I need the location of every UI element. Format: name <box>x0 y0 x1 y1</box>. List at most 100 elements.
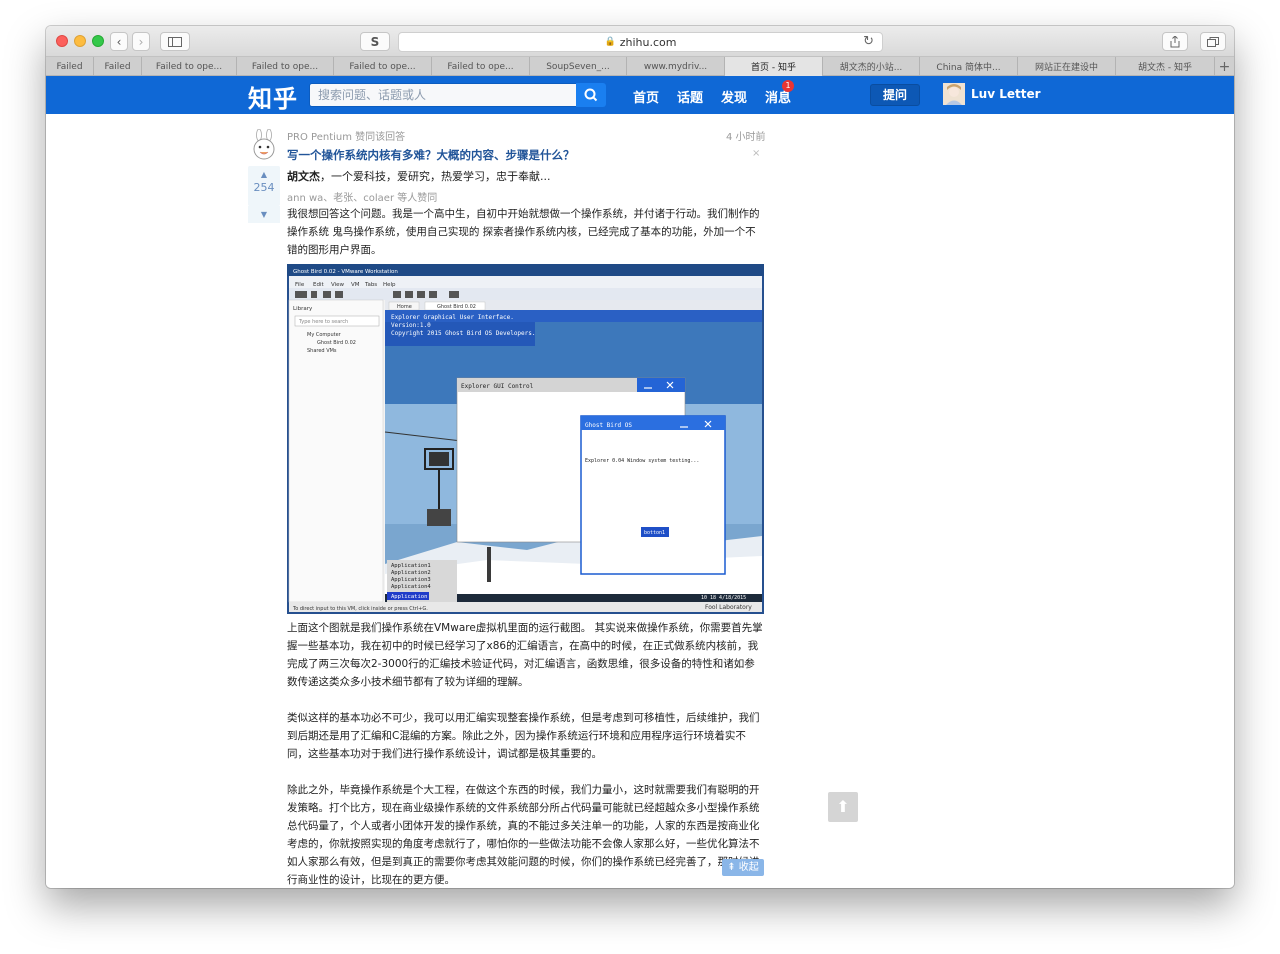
search-input[interactable]: 搜索问题、话题或人 <box>309 83 577 107</box>
sidebar-icon <box>168 36 182 47</box>
browser-tab[interactable]: 网站正在建设中 <box>1017 57 1115 76</box>
gui-window-title: Ghost Bird OS <box>585 422 632 429</box>
console-line: Version:1.0 <box>391 322 431 329</box>
plus-icon: + <box>1218 58 1231 75</box>
zoom-window-button[interactable] <box>92 35 104 47</box>
author-info: 胡文杰，一个爱科技，爱研究，热爱学习，忠于奉献... <box>287 168 551 184</box>
arrow-up-icon: ⬆ <box>836 797 850 816</box>
avatar[interactable] <box>943 83 965 105</box>
tab-label: China 简体中... <box>936 63 1001 73</box>
nav-home[interactable]: 首页 <box>633 87 659 106</box>
library-search: Type here to search <box>298 319 348 325</box>
tab-label: Failed to ope... <box>349 61 416 72</box>
app-list-item: Application2 <box>391 570 431 576</box>
answer-paragraph: 类似这样的基本功必不可少，我可以用汇编实现整套操作系统，但是考虑到可移植性，后续… <box>287 712 760 760</box>
back-button[interactable]: ‹ <box>110 32 128 51</box>
extension-icon: S <box>370 34 380 49</box>
voters-list[interactable]: ann wa、老张、colaer 等人赞同 <box>287 189 437 204</box>
activity-source: PRO Pentium 赞同该回答 <box>287 132 406 143</box>
vm-tab: Home <box>397 304 412 310</box>
address-bar[interactable]: 🔒 zhihu.com ↻ <box>398 32 883 52</box>
share-button[interactable] <box>1162 32 1188 51</box>
tab-label: 首页 - 知乎 <box>751 63 796 73</box>
collapse-label: 收起 <box>738 862 759 873</box>
triangle-down-icon: ▼ <box>260 210 268 219</box>
nav-topics[interactable]: 话题 <box>677 87 703 106</box>
sidebar-toggle-button[interactable] <box>160 32 190 51</box>
app-list-item: Application <box>391 594 427 600</box>
author-name[interactable]: 胡文杰 <box>287 170 320 183</box>
minimize-window-button[interactable] <box>74 35 86 47</box>
answer-screenshot[interactable]: Explorer Graphical User Interface. Versi… <box>287 264 764 614</box>
browser-tab[interactable]: Failed to ope... <box>141 57 236 76</box>
vm-menu-help: Help <box>383 282 396 288</box>
vm-menu-vm: VM <box>351 282 360 288</box>
tab-label: 网站正在建设中 <box>1034 63 1098 73</box>
browser-toolbar: ‹ › S 🔒 zhihu.com ↻ <box>46 26 1234 57</box>
search-button[interactable] <box>576 83 606 107</box>
tabs-overview-button[interactable] <box>1200 32 1226 51</box>
share-icon <box>1170 35 1180 47</box>
console-line: Copyright 2015 Ghost Bird OS Developers. <box>391 330 536 337</box>
browser-tab-active[interactable]: 首页 - 知乎 <box>724 57 822 76</box>
tab-label: Failed to ope... <box>251 61 319 72</box>
timestamp: 4 小时前 <box>726 132 766 143</box>
watermark: Fool Laboratory <box>705 604 752 611</box>
vm-menu-view: View <box>331 282 345 288</box>
triangle-up-icon: ▲ <box>260 170 268 179</box>
gui-window-title: Explorer GUI Control <box>461 383 534 390</box>
gui-button: botton1 <box>644 530 665 536</box>
library-item: Shared VMs <box>307 348 337 354</box>
browser-tab[interactable]: Failed <box>46 57 93 76</box>
vote-count: 254 <box>253 181 275 194</box>
message-badge: 1 <box>782 80 794 92</box>
browser-tab[interactable]: Failed <box>93 57 141 76</box>
upvote-button[interactable]: ▲ 254 <box>248 166 280 206</box>
collapse-button[interactable]: ⇞ 收起 <box>722 859 764 876</box>
tab-label: Failed <box>56 61 83 72</box>
nav-explore[interactable]: 发现 <box>721 87 747 106</box>
reload-icon[interactable]: ↻ <box>863 34 874 49</box>
question-title[interactable]: 写一个操作系统内核有多难？大概的内容、步骤是什么？ <box>287 147 575 163</box>
vm-menu-tabs: Tabs <box>364 282 377 288</box>
app-list-item: Application4 <box>391 584 431 590</box>
close-icon[interactable]: × <box>752 148 760 159</box>
vm-menu-edit: Edit <box>313 282 324 288</box>
tab-label: www.mydriv... <box>643 61 708 72</box>
vm-status-bar: To direct input to this VM, click inside… <box>292 606 428 612</box>
tab-bar: Failed Failed Failed to ope... Failed to… <box>46 57 1234 76</box>
console-line: Explorer Graphical User Interface. <box>391 314 514 321</box>
answer-paragraph: 我很想回答这个问题。我是一个高中生，自初中开始就想做一个操作系统，并付诸于行动。… <box>287 208 760 256</box>
forward-button[interactable]: › <box>132 32 150 51</box>
tab-label: Failed <box>104 61 131 72</box>
browser-tab[interactable]: 胡文杰的小站... <box>822 57 919 76</box>
username[interactable]: Luv Letter <box>971 87 1041 101</box>
back-to-top-button[interactable]: ⬆ <box>828 792 858 822</box>
browser-tab[interactable]: 胡文杰 - 知乎 <box>1115 57 1214 76</box>
ask-question-button[interactable]: 提问 <box>870 84 920 106</box>
vm-tab: Ghost Bird 0.02 <box>437 304 476 310</box>
browser-tab[interactable]: Failed to ope... <box>431 57 529 76</box>
site-header: 知乎 搜索问题、话题或人 首页 话题 发现 消息 1 提问 Luv Letter <box>46 76 1234 114</box>
library-title: Library <box>293 306 313 312</box>
downvote-button[interactable]: ▼ <box>248 206 280 223</box>
browser-tab[interactable]: www.mydriv... <box>626 57 724 76</box>
browser-tab[interactable]: SoupSeven_... <box>529 57 626 76</box>
browser-tab[interactable]: Failed to ope... <box>333 57 431 76</box>
collapse-up-icon: ⇞ <box>727 862 739 873</box>
extension-button[interactable]: S <box>360 32 390 51</box>
browser-tab[interactable]: Failed to ope... <box>236 57 333 76</box>
browser-tab[interactable]: China 简体中... <box>919 57 1017 76</box>
tab-label: Failed to ope... <box>447 61 514 72</box>
author-avatar[interactable] <box>251 128 277 161</box>
chevron-left-icon: ‹ <box>116 34 122 49</box>
new-tab-button[interactable]: + <box>1214 57 1234 76</box>
tab-label: 胡文杰的小站... <box>839 63 903 73</box>
site-logo[interactable]: 知乎 <box>248 79 298 114</box>
chevron-right-icon: › <box>138 34 144 49</box>
library-item: Ghost Bird 0.02 <box>317 340 356 346</box>
url-text: zhihu.com <box>619 35 677 49</box>
close-window-button[interactable] <box>56 35 68 47</box>
vm-menu-file: File <box>295 282 305 288</box>
lock-icon: 🔒 <box>604 37 616 47</box>
